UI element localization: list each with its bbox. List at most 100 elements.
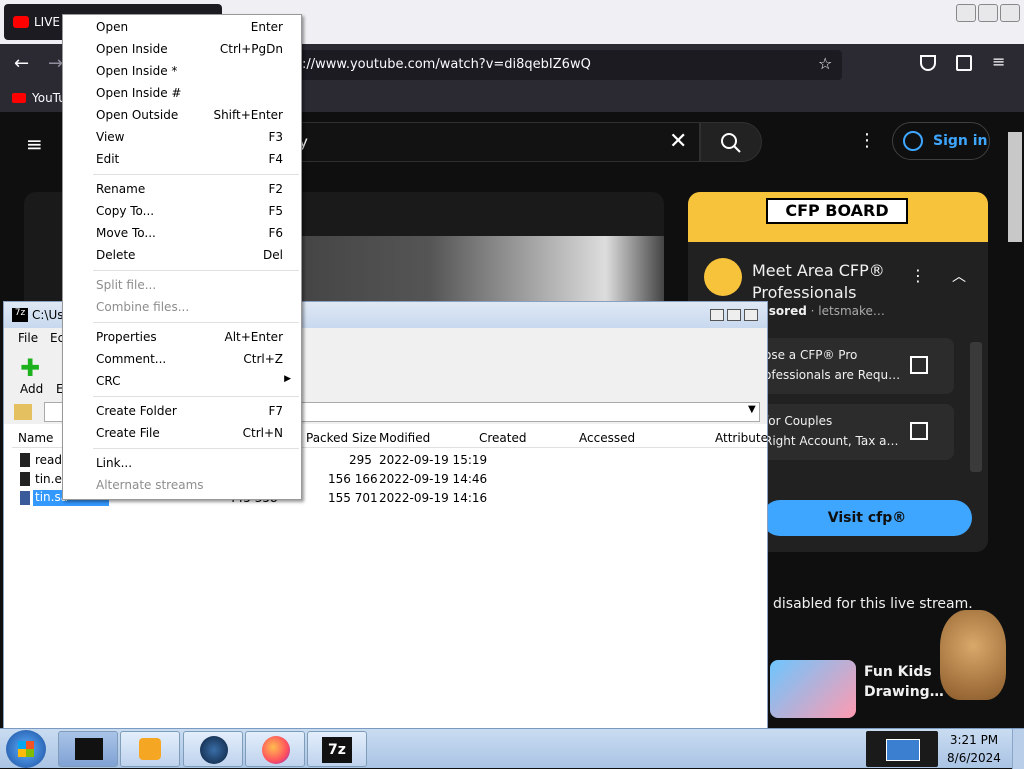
recommended-thumbnail[interactable] <box>770 660 856 718</box>
menu-item-combine-files: Combine files... <box>96 300 190 314</box>
menu-item-open-inside-hash[interactable]: Open Inside # <box>63 82 301 104</box>
ad-item-1-sub: ofessionals are Requ… <box>764 368 901 382</box>
system-clock[interactable]: 3:21 PM 8/6/2024 <box>940 733 1008 765</box>
ad-collapse-icon[interactable]: ︿ <box>952 266 966 286</box>
file-packed: 155 701 <box>328 491 378 505</box>
ad-item-1-title: ose a CFP® Pro <box>764 348 858 362</box>
sign-in-label: Sign in <box>933 133 988 149</box>
terminal-icon <box>75 738 103 760</box>
folder-up-icon[interactable] <box>14 404 32 420</box>
file-modified: 2022-09-19 14:46 <box>379 472 488 486</box>
menu-item-delete[interactable]: Delete Del <box>63 244 301 266</box>
col-packed-size[interactable]: Packed Size <box>306 431 377 445</box>
menu-item-properties[interactable]: Properties Alt+Enter <box>63 326 301 348</box>
external-link-icon <box>910 422 928 440</box>
col-modified[interactable]: Modified <box>379 431 430 445</box>
ad-scrollbar[interactable] <box>970 342 982 472</box>
minimize-button[interactable] <box>710 309 724 321</box>
sign-in-button[interactable]: Sign in <box>892 122 990 160</box>
tab-title: LIVE <box>34 15 61 29</box>
bookmark-star-icon[interactable]: ☆ <box>818 54 832 73</box>
taskbar-item-media-player[interactable] <box>120 731 180 767</box>
7zip-app-icon: 7z <box>12 308 28 322</box>
file-packed: 156 166 <box>328 472 378 486</box>
col-attributes[interactable]: Attribute <box>715 431 768 445</box>
menu-file[interactable]: File <box>18 331 38 345</box>
taskbar-item-terminal[interactable] <box>58 731 118 767</box>
show-desktop-button[interactable] <box>1012 729 1024 769</box>
url-text: ://www.youtube.com/watch?v=di8qebIZ6wQ <box>302 57 591 72</box>
7zip-taskbar-icon: 7z <box>322 737 352 763</box>
tray-area <box>866 731 938 767</box>
menu-item-create-file[interactable]: Create File Ctrl+N <box>63 422 301 444</box>
menu-item-alternate-streams: Alternate streams <box>96 478 204 492</box>
windows-logo-icon <box>18 741 34 757</box>
chat-disabled-text: disabled for this live stream. <box>773 596 973 612</box>
file-modified: 2022-09-19 15:19 <box>379 453 488 467</box>
window-restore-button[interactable] <box>978 4 998 22</box>
url-bar[interactable]: ://www.youtube.com/watch?v=di8qebIZ6wQ ☆ <box>300 50 842 80</box>
pocket-icon[interactable] <box>920 55 936 71</box>
ad-more-icon[interactable]: ⋮ <box>910 266 926 285</box>
start-button[interactable] <box>6 730 46 768</box>
extensions-icon[interactable] <box>956 55 972 71</box>
settings-kebab-icon[interactable]: ⋮ <box>858 130 876 151</box>
ad-item-1[interactable]: ose a CFP® Pro ofessionals are Requ… <box>754 338 954 394</box>
ad-banner[interactable]: CFP BOARD <box>688 192 988 242</box>
search-box[interactable]: y ✕ <box>280 122 700 162</box>
file-modified: 2022-09-19 14:16 <box>379 491 488 505</box>
close-button[interactable] <box>744 309 758 321</box>
7zip-title: C:\Us <box>32 308 64 322</box>
col-accessed[interactable]: Accessed <box>579 431 635 445</box>
window-minimize-button[interactable] <box>956 4 976 22</box>
menu-item-crc[interactable]: CRC ▶ <box>63 370 301 392</box>
ad-sponsored-line: onsored · letsmake… <box>752 304 885 318</box>
back-arrow-icon[interactable]: ← <box>14 53 29 74</box>
taskbar-item-globe[interactable] <box>183 731 243 767</box>
clear-search-icon[interactable]: ✕ <box>669 129 687 154</box>
col-name[interactable]: Name <box>18 431 53 445</box>
menu-item-open-inside[interactable]: Open Inside Ctrl+PgDn <box>63 38 301 60</box>
ad-title[interactable]: Meet Area CFP® Professionals <box>752 260 932 304</box>
menu-item-comment[interactable]: Comment... Ctrl+Z <box>63 348 301 370</box>
menu-item-copy-to[interactable]: Copy To... F5 <box>63 200 301 222</box>
menu-item-create-folder[interactable]: Create Folder F7 <box>63 400 301 422</box>
plus-icon: ✚ <box>20 354 41 382</box>
maximize-button[interactable] <box>727 309 741 321</box>
taskbar-item-7zip[interactable]: 7z <box>307 731 367 767</box>
page-scrollbar[interactable] <box>1008 132 1022 242</box>
bookmark-youtube[interactable]: YouTu <box>32 91 66 105</box>
menu-item-open-outside[interactable]: Open Outside Shift+Enter <box>63 104 301 126</box>
forward-arrow-icon[interactable]: → <box>48 53 63 74</box>
col-created[interactable]: Created <box>479 431 527 445</box>
context-menu: Open Enter Open Inside Ctrl+PgDn Open Insi… <box>62 14 302 500</box>
address-dropdown-icon[interactable]: ▼ <box>748 404 756 415</box>
search-button[interactable] <box>700 122 762 162</box>
youtube-favicon-icon <box>13 16 29 28</box>
ad-item-2-title: for Couples <box>764 414 833 428</box>
guide-menu-icon[interactable]: ≡ <box>26 132 43 156</box>
search-icon <box>721 133 741 153</box>
add-button[interactable]: ✚ Add <box>16 354 46 396</box>
ad-item-2-sub: Right Account, Tax a… <box>764 434 899 448</box>
menu-item-link[interactable]: Link... <box>63 452 301 474</box>
menu-separator <box>93 270 299 271</box>
network-icon[interactable] <box>886 739 920 761</box>
menu-separator <box>93 174 299 175</box>
hamburger-menu-icon[interactable]: ≡ <box>992 52 1005 71</box>
add-label: Add <box>20 382 44 396</box>
clock-date: 8/6/2024 <box>947 751 1001 765</box>
ad-item-2[interactable]: for Couples Right Account, Tax a… <box>754 404 954 460</box>
file-icon <box>20 453 30 467</box>
menu-item-view[interactable]: View F3 <box>63 126 301 148</box>
account-icon <box>903 131 923 151</box>
menu-item-move-to[interactable]: Move To... F6 <box>63 222 301 244</box>
menu-item-open[interactable]: Open Enter <box>63 16 301 38</box>
taskbar-item-firefox[interactable] <box>245 731 305 767</box>
menu-item-open-inside-star[interactable]: Open Inside * <box>63 60 301 82</box>
menu-item-split-file: Split file... <box>96 278 157 292</box>
menu-item-rename[interactable]: Rename F2 <box>63 178 301 200</box>
visit-cfp-button[interactable]: Visit cfp® <box>762 500 972 536</box>
window-close-button[interactable] <box>1000 4 1020 22</box>
menu-item-edit[interactable]: Edit F4 <box>63 148 301 170</box>
